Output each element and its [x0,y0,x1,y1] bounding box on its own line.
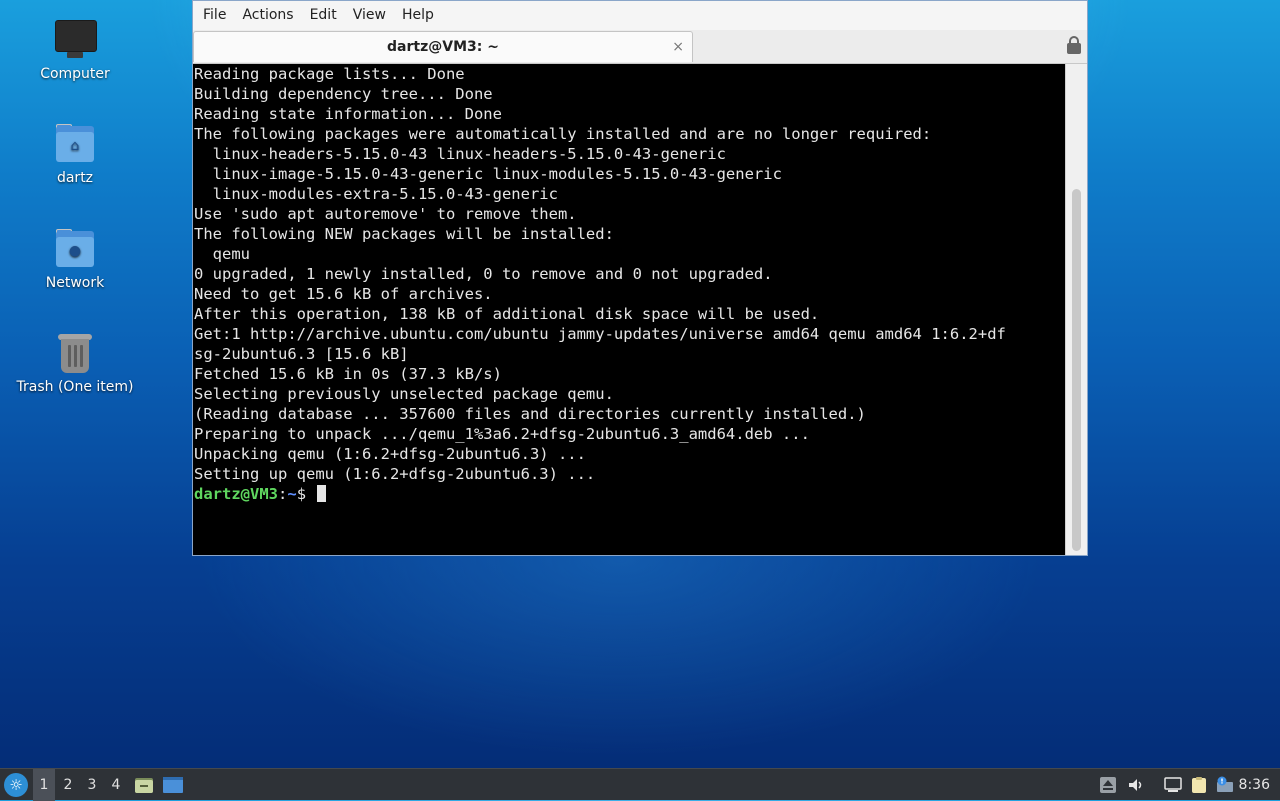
taskbar-clock[interactable]: 8:36 [1239,769,1270,801]
terminal-line: Reading state information... Done [194,105,502,123]
menu-help[interactable]: Help [394,1,442,30]
terminal-line: linux-image-5.15.0-43-generic linux-modu… [194,165,782,183]
terminal-line: sg-2ubuntu6.3 [15.6 kB] [194,345,409,363]
network-icon[interactable] [1164,776,1182,794]
terminal-line: Need to get 15.6 kB of archives. [194,285,493,303]
tab-close-icon[interactable]: × [672,32,684,62]
terminal-line: Use 'sudo apt autoremove' to remove them… [194,205,577,223]
desktop-icon-label: dartz [56,170,94,186]
desktop-icon-computer[interactable]: Computer [10,18,140,82]
workspace-1[interactable]: 1 [33,769,55,801]
computer-icon [53,18,97,62]
terminal-line: (Reading database ... 357600 files and d… [194,405,866,423]
workspace-3[interactable]: 3 [81,769,103,801]
file-manager-launcher-icon[interactable] [134,775,154,795]
network-folder-icon: ● [53,227,97,271]
scrollbar-thumb[interactable] [1072,189,1081,551]
desktop-icon-label: Computer [40,66,110,82]
terminal-prompt-line: dartz@VM3:~$ [193,484,1065,504]
workspace-2[interactable]: 2 [57,769,79,801]
terminal-line: Building dependency tree... Done [194,85,493,103]
desktop-icon-network[interactable]: ● Network [10,227,140,291]
prompt-user-host: dartz@VM3 [194,485,278,503]
desktop-icon-trash[interactable]: Trash (One item) [10,331,140,395]
start-menu-icon[interactable]: ☼ [4,773,28,797]
menu-edit[interactable]: Edit [302,1,345,30]
terminal-tab[interactable]: dartz@VM3: ~ × [193,31,693,62]
taskbar: ☼ 1 2 3 4 8:36 [0,768,1280,801]
terminal-window: File Actions Edit View Help dartz@VM3: ~… [192,0,1088,556]
prompt-separator: : [278,485,288,503]
terminal-line: Unpacking qemu (1:6.2+dfsg-2ubuntu6.3) .… [194,445,586,463]
menu-bar: File Actions Edit View Help [193,1,1087,30]
workspace-4[interactable]: 4 [105,769,127,801]
terminal-line: Reading package lists... Done [194,65,465,83]
volume-icon[interactable] [1127,776,1145,794]
terminal-line: Setting up qemu (1:6.2+dfsg-2ubuntu6.3) … [194,465,596,483]
terminal-line: Selecting previously unselected package … [194,385,614,403]
terminal-line: linux-modules-extra-5.15.0-43-generic [194,185,558,203]
terminal-output[interactable]: Reading package lists... Done Building d… [193,64,1065,555]
terminal-line: Preparing to unpack .../qemu_1%3a6.2+dfs… [194,425,810,443]
terminal-line: The following packages were automaticall… [194,125,932,143]
menu-view[interactable]: View [345,1,394,30]
tab-bar: dartz@VM3: ~ × [193,30,1087,64]
terminal-line: Get:1 http://archive.ubuntu.com/ubuntu j… [194,325,1006,343]
lock-icon[interactable] [1067,36,1081,54]
terminal-line: linux-headers-5.15.0-43 linux-headers-5.… [194,145,726,163]
terminal-scrollbar[interactable] [1065,64,1087,555]
home-folder-icon: ⌂ [53,122,97,166]
tab-title: dartz@VM3: ~ [387,39,499,55]
clipboard-icon[interactable] [1190,776,1208,794]
desktop-icon-label: Trash (One item) [16,379,134,395]
menu-file[interactable]: File [195,1,234,30]
terminal-line: 0 upgraded, 1 newly installed, 0 to remo… [194,265,773,283]
desktop-icon-home-folder[interactable]: ⌂ dartz [10,122,140,186]
terminal-line: The following NEW packages will be insta… [194,225,614,243]
menu-actions[interactable]: Actions [234,1,301,30]
desktop-icon-label: Network [45,275,105,291]
eject-icon[interactable] [1099,776,1117,794]
terminal-line: After this operation, 138 kB of addition… [194,305,820,323]
prompt-path: ~ [287,485,297,503]
notification-icon[interactable] [1216,776,1234,794]
trash-icon [53,331,97,375]
terminal-line: Fetched 15.6 kB in 0s (37.3 kB/s) [194,365,502,383]
desktop-launcher-icon[interactable] [162,775,184,795]
prompt-symbol: $ [296,485,316,503]
text-cursor [317,485,327,502]
terminal-line: qemu [194,245,250,263]
